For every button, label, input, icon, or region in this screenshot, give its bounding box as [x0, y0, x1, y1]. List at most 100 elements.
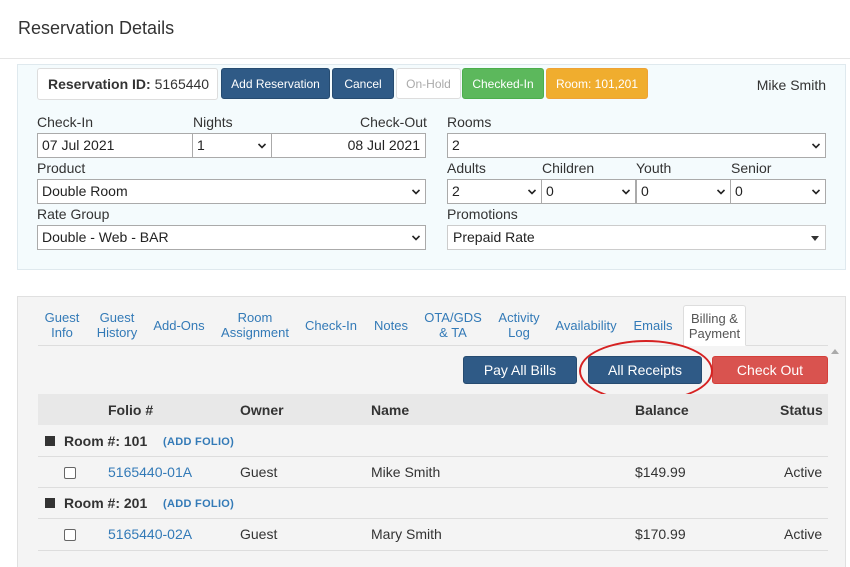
- chevron-down-icon: [528, 189, 536, 195]
- product-label: Product: [37, 160, 86, 176]
- folio-column-header: Folio #: [108, 402, 154, 418]
- rooms-value: 2: [452, 137, 460, 153]
- folio-name: Mary Smith: [371, 526, 442, 542]
- add-reservation-button[interactable]: Add Reservation: [221, 68, 330, 99]
- tab-label-line1: Activity: [498, 310, 540, 325]
- folio-link[interactable]: 5165440-01A: [108, 464, 192, 480]
- square-icon: [45, 436, 55, 446]
- tab-room-assignment[interactable]: Room Assignment: [218, 310, 292, 340]
- tab-label-line2: & TA: [439, 325, 467, 340]
- senior-select[interactable]: 0: [730, 179, 826, 204]
- rooms-select[interactable]: 2: [447, 133, 826, 158]
- adults-label: Adults: [447, 160, 486, 176]
- check-in-field[interactable]: 07 Jul 2021: [37, 133, 193, 158]
- tab-availability[interactable]: Availability: [553, 318, 619, 333]
- chevron-down-icon: [812, 143, 820, 149]
- tab-label-line1: Add-Ons: [153, 318, 205, 333]
- nights-label: Nights: [193, 114, 233, 130]
- add-folio-link[interactable]: (ADD FOLIO): [163, 436, 234, 448]
- checked-in-button[interactable]: Checked-In: [462, 68, 544, 99]
- folio-balance: $149.99: [635, 464, 686, 480]
- senior-label: Senior: [731, 160, 772, 176]
- rate-group-label: Rate Group: [37, 206, 110, 222]
- folio-status: Active: [784, 526, 823, 542]
- owner-column-header: Owner: [240, 402, 284, 418]
- nights-select[interactable]: 1: [192, 133, 272, 158]
- tab-label-line2: Info: [51, 325, 73, 340]
- cancel-button[interactable]: Cancel: [332, 68, 394, 99]
- reservation-id-label: Reservation ID:: [48, 76, 151, 92]
- on-hold-button[interactable]: On-Hold: [396, 68, 461, 99]
- tab-label-line1: Emails: [633, 318, 673, 333]
- folio-link[interactable]: 5165440-02A: [108, 526, 192, 542]
- tab-guest-info[interactable]: Guest Info: [42, 310, 82, 340]
- status-column-header: Status: [780, 402, 823, 418]
- check-out-field[interactable]: 08 Jul 2021: [271, 133, 426, 158]
- chevron-down-icon: [717, 189, 725, 195]
- tab-check-in[interactable]: Check-In: [302, 318, 360, 333]
- tab-notes[interactable]: Notes: [370, 318, 412, 333]
- tab-label-line1: OTA/GDS: [424, 310, 482, 325]
- youth-value: 0: [641, 183, 649, 199]
- folio-balance: $170.99: [635, 526, 686, 542]
- chevron-down-icon: [412, 235, 420, 241]
- tab-emails[interactable]: Emails: [630, 318, 676, 333]
- folio-owner: Guest: [240, 464, 278, 480]
- tab-label-line1: Room: [237, 310, 273, 325]
- promotions-value: Prepaid Rate: [453, 229, 535, 245]
- product-value: Double Room: [42, 183, 128, 199]
- tab-guest-history[interactable]: Guest History: [94, 310, 140, 340]
- tab-ota-gds-ta[interactable]: OTA/GDS & TA: [420, 310, 486, 340]
- add-folio-link[interactable]: (ADD FOLIO): [163, 498, 234, 510]
- nights-value: 1: [197, 137, 205, 153]
- children-select[interactable]: 0: [541, 179, 636, 204]
- modal-title: Reservation Details: [18, 18, 175, 38]
- header-divider: [0, 58, 850, 59]
- chevron-down-icon: [258, 143, 266, 149]
- rate-group-value: Double - Web - BAR: [42, 229, 169, 245]
- youth-label: Youth: [636, 160, 672, 176]
- senior-value: 0: [735, 183, 743, 199]
- highlight-annotation: [579, 340, 713, 402]
- check-out-value: 08 Jul 2021: [347, 137, 420, 153]
- name-column-header: Name: [371, 402, 410, 418]
- folio-name: Mike Smith: [371, 464, 441, 480]
- folio-status: Active: [784, 464, 823, 480]
- check-out-label: Check-Out: [360, 114, 427, 130]
- youth-select[interactable]: 0: [636, 179, 731, 204]
- adults-value: 2: [452, 183, 460, 199]
- children-value: 0: [546, 183, 554, 199]
- tab-label-line2: Payment: [688, 326, 741, 341]
- folio-checkbox[interactable]: [64, 467, 76, 479]
- check-in-label: Check-In: [37, 114, 94, 130]
- promotions-select[interactable]: Prepaid Rate: [447, 225, 826, 250]
- folio-table-header: [38, 394, 828, 425]
- check-out-button[interactable]: Check Out: [712, 356, 828, 384]
- rooms-label: Rooms: [447, 114, 492, 130]
- children-label: Children: [542, 160, 595, 176]
- chevron-down-icon: [412, 189, 420, 195]
- folio-checkbox[interactable]: [64, 529, 76, 541]
- tab-label-line2: Log: [508, 325, 530, 340]
- rate-group-select[interactable]: Double - Web - BAR: [37, 225, 426, 250]
- room-button[interactable]: Room: 101,201: [546, 68, 648, 99]
- tab-activity-log[interactable]: Activity Log: [494, 310, 544, 340]
- pay-all-bills-button[interactable]: Pay All Bills: [463, 356, 577, 384]
- room-group-label: Room #: 201: [64, 495, 148, 511]
- tab-label-line1: Check-In: [304, 318, 358, 333]
- room-group-label: Room #: 101: [64, 433, 148, 449]
- room-group-row: [38, 425, 828, 457]
- product-select[interactable]: Double Room: [37, 179, 426, 204]
- scroll-up-icon[interactable]: [831, 349, 839, 354]
- tab-billing-payment[interactable]: Billing & Payment: [683, 305, 746, 346]
- reservation-id-value: 5165440: [154, 76, 210, 92]
- tab-label-line1: Availability: [555, 318, 617, 333]
- tab-label-line2: History: [96, 325, 138, 340]
- adults-select[interactable]: 2: [447, 179, 542, 204]
- room-group-row: [38, 488, 828, 519]
- tab-add-ons[interactable]: Add-Ons: [151, 318, 207, 333]
- folio-owner: Guest: [240, 526, 278, 542]
- tab-label-line1: Notes: [374, 318, 408, 333]
- reservation-id-box: Reservation ID: 5165440: [37, 68, 218, 100]
- tab-label-line2: Assignment: [221, 325, 289, 340]
